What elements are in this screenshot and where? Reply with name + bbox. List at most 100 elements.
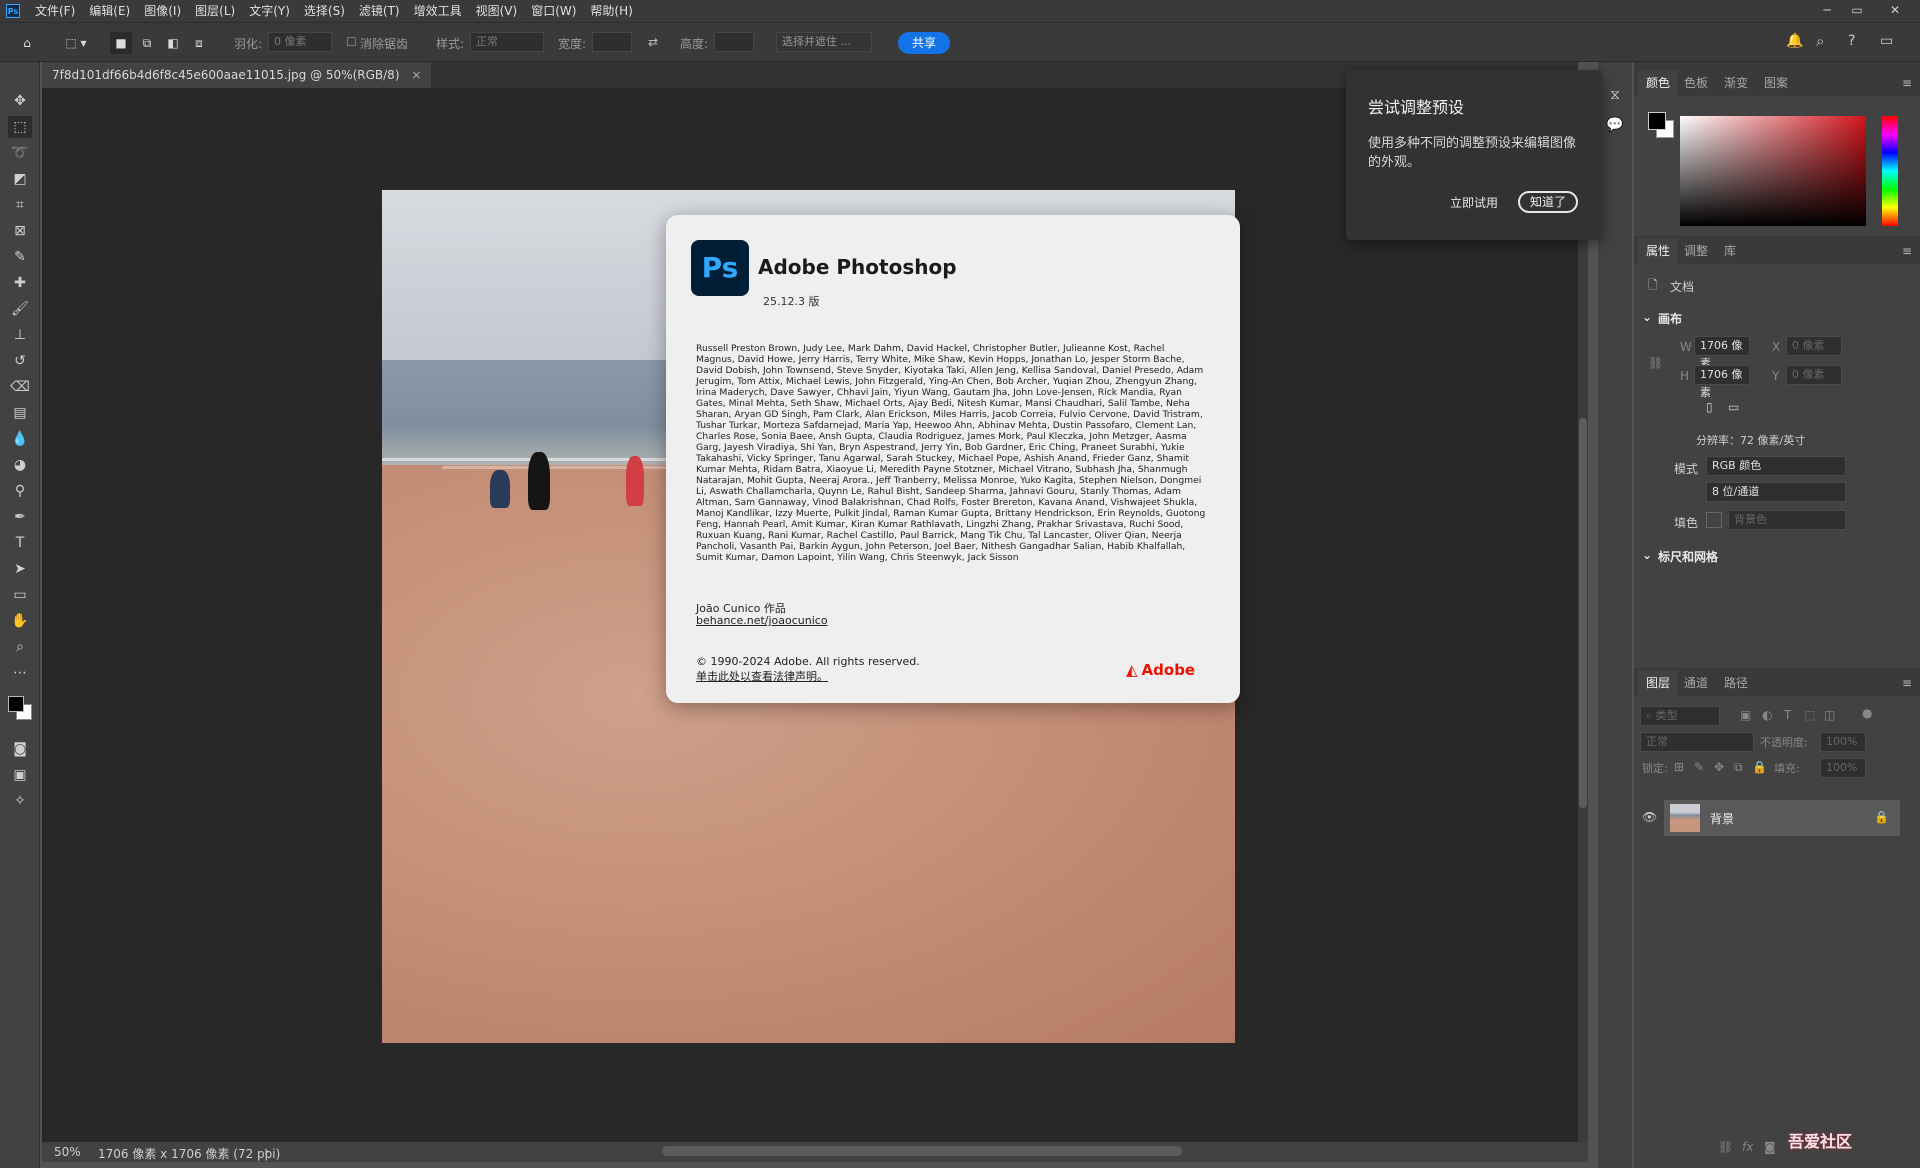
fx-icon[interactable]: fx xyxy=(1742,1140,1753,1154)
pen-tool-icon[interactable]: ✒ xyxy=(8,506,32,528)
tab-color[interactable]: 颜色 xyxy=(1638,70,1679,96)
lasso-tool-icon[interactable]: ➰ xyxy=(8,142,32,164)
more-tools-icon[interactable]: ⋯ xyxy=(8,662,32,684)
canvas-y-input[interactable]: 0 像素 xyxy=(1786,365,1842,385)
lock-icon[interactable]: 🔒 xyxy=(1874,810,1889,824)
add-selection-icon[interactable]: ⧉ xyxy=(136,32,158,54)
swap-icon[interactable]: ⇄ xyxy=(648,35,658,49)
lock-artboard-icon[interactable]: ⧉ xyxy=(1734,760,1743,775)
help-icon[interactable]: ? xyxy=(1848,33,1855,49)
antialias-checkbox[interactable]: ☐ xyxy=(346,35,357,49)
select-and-mask-button[interactable]: 选择并遮住 ... xyxy=(776,32,872,52)
photoshop-logo-icon[interactable]: Ps xyxy=(6,4,20,18)
color-spectrum[interactable] xyxy=(1680,116,1866,226)
fill-input[interactable]: 100% xyxy=(1820,758,1866,778)
menu-select[interactable]: 选择(S) xyxy=(297,0,352,22)
gradient-tool-icon[interactable]: ▤ xyxy=(8,402,32,424)
marquee-tool-icon[interactable]: ⬚ xyxy=(8,116,32,138)
link-layers-icon[interactable]: ⛓ xyxy=(1718,1140,1733,1154)
menu-help[interactable]: 帮助(H) xyxy=(583,0,639,22)
lock-pixels-icon[interactable]: ✎ xyxy=(1694,760,1704,774)
workspace-icon[interactable]: ▭ xyxy=(1880,33,1893,49)
blur-tool-icon[interactable]: 💧 xyxy=(8,428,32,450)
filter-adjustment-icon[interactable]: ◐ xyxy=(1762,708,1772,722)
crop-tool-icon[interactable]: ⌗ xyxy=(8,194,32,216)
tab-properties[interactable]: 属性 xyxy=(1638,238,1679,264)
comments-panel-icon[interactable]: 💬 xyxy=(1603,114,1627,136)
tab-gradients[interactable]: 渐变 xyxy=(1724,70,1748,96)
restore-button[interactable]: ▭ xyxy=(1842,0,1872,20)
vertical-scroll-thumb[interactable] xyxy=(1579,418,1587,808)
author-link[interactable]: behance.net/joaocunico xyxy=(696,614,828,627)
path-selection-icon[interactable]: ➤ xyxy=(8,558,32,580)
move-tool-icon[interactable]: ✥ xyxy=(8,90,32,112)
tab-adjustments[interactable]: 调整 xyxy=(1684,238,1708,264)
blend-mode-select[interactable]: 正常 xyxy=(1640,732,1754,752)
style-select[interactable]: 正常 xyxy=(470,32,544,52)
bit-depth-select[interactable]: 8 位/通道 xyxy=(1706,482,1846,502)
panel-menu-icon[interactable]: ≡ xyxy=(1902,244,1912,258)
color-mode-select[interactable]: RGB 颜色 xyxy=(1706,456,1846,476)
type-tool-icon[interactable]: T xyxy=(8,532,32,554)
foreground-color-swatch[interactable] xyxy=(1648,112,1666,130)
opacity-input[interactable]: 100% xyxy=(1820,732,1866,752)
screen-mode-icon[interactable]: ▣ xyxy=(8,764,32,786)
history-brush-icon[interactable]: ↺ xyxy=(8,350,32,372)
menu-type[interactable]: 文字(Y) xyxy=(242,0,297,22)
menu-image[interactable]: 图像(I) xyxy=(137,0,188,22)
search-icon[interactable]: ⌕ xyxy=(1816,32,1824,50)
marquee-preset-icon[interactable]: ⬚ ▾ xyxy=(58,32,94,54)
zoom-level[interactable]: 50% xyxy=(54,1145,81,1159)
eyedropper-tool-icon[interactable]: ✎ xyxy=(8,246,32,268)
canvas-height-input[interactable]: 1706 像素 xyxy=(1694,365,1750,399)
menu-window[interactable]: 窗口(W) xyxy=(524,0,583,22)
canvas-x-input[interactable]: 0 像素 xyxy=(1786,336,1842,356)
filter-type-icon[interactable]: T xyxy=(1784,708,1791,722)
got-it-button[interactable]: 知道了 xyxy=(1518,191,1579,213)
width-input[interactable] xyxy=(592,32,632,52)
object-select-tool-icon[interactable]: ◩ xyxy=(8,168,32,190)
add-mask-icon[interactable]: ◙ xyxy=(1764,1140,1776,1154)
hand-tool-icon[interactable]: ✋ xyxy=(8,610,32,632)
clone-stamp-icon[interactable]: ⊥ xyxy=(8,324,32,346)
new-selection-icon[interactable]: ■ xyxy=(110,32,132,54)
home-icon[interactable]: ⌂ xyxy=(16,32,38,54)
layer-row[interactable]: 背景 🔒 xyxy=(1664,800,1900,836)
chevron-down-icon[interactable]: ⌄ xyxy=(1642,548,1652,562)
filter-shape-icon[interactable]: ⬚ xyxy=(1804,708,1815,722)
link-icon[interactable]: ⛓ xyxy=(1648,356,1663,370)
menu-file[interactable]: 文件(F) xyxy=(28,0,82,22)
menu-filter[interactable]: 滤镜(T) xyxy=(352,0,407,22)
tab-channels[interactable]: 通道 xyxy=(1684,670,1708,696)
fill-color-swatch[interactable] xyxy=(1706,512,1722,528)
healing-brush-icon[interactable]: ✚ xyxy=(8,272,32,294)
height-input[interactable] xyxy=(714,32,754,52)
sponge-tool-icon[interactable]: ⚲ xyxy=(8,480,32,502)
bell-icon[interactable]: 🔔 xyxy=(1786,33,1803,49)
frame-tool-icon[interactable]: ⊠ xyxy=(8,220,32,242)
generative-icon[interactable]: ✧ xyxy=(8,790,32,812)
fill-select[interactable]: 背景色 xyxy=(1728,510,1846,530)
chevron-down-icon[interactable]: ⌄ xyxy=(1642,310,1652,324)
subtract-selection-icon[interactable]: ◧ xyxy=(162,32,184,54)
eye-icon[interactable]: 👁 xyxy=(1642,810,1657,824)
menu-edit[interactable]: 编辑(E) xyxy=(82,0,137,22)
menu-view[interactable]: 视图(V) xyxy=(469,0,525,22)
tab-libraries[interactable]: 库 xyxy=(1724,238,1736,264)
landscape-orientation-icon[interactable]: ▭ xyxy=(1728,400,1739,414)
menu-plugins[interactable]: 增效工具 xyxy=(407,0,469,22)
close-tab-icon[interactable]: × xyxy=(411,68,421,82)
hue-slider[interactable] xyxy=(1882,116,1898,226)
panel-menu-icon[interactable]: ≡ xyxy=(1902,76,1912,90)
eraser-tool-icon[interactable]: ⌫ xyxy=(8,376,32,398)
lock-transparency-icon[interactable]: ⊞ xyxy=(1674,760,1684,774)
close-window-button[interactable]: ✕ xyxy=(1880,0,1910,20)
canvas-width-input[interactable]: 1706 像素 xyxy=(1694,336,1750,370)
filter-smart-object-icon[interactable]: ◫ xyxy=(1824,708,1835,722)
layer-filter-input[interactable]: ⌕ 类型 xyxy=(1640,706,1720,726)
dodge-tool-icon[interactable]: ◕ xyxy=(8,454,32,476)
layer-name[interactable]: 背景 xyxy=(1710,810,1734,827)
menu-layer[interactable]: 图层(L) xyxy=(188,0,242,22)
color-swatches-icon[interactable] xyxy=(4,692,34,724)
tab-paths[interactable]: 路径 xyxy=(1724,670,1748,696)
